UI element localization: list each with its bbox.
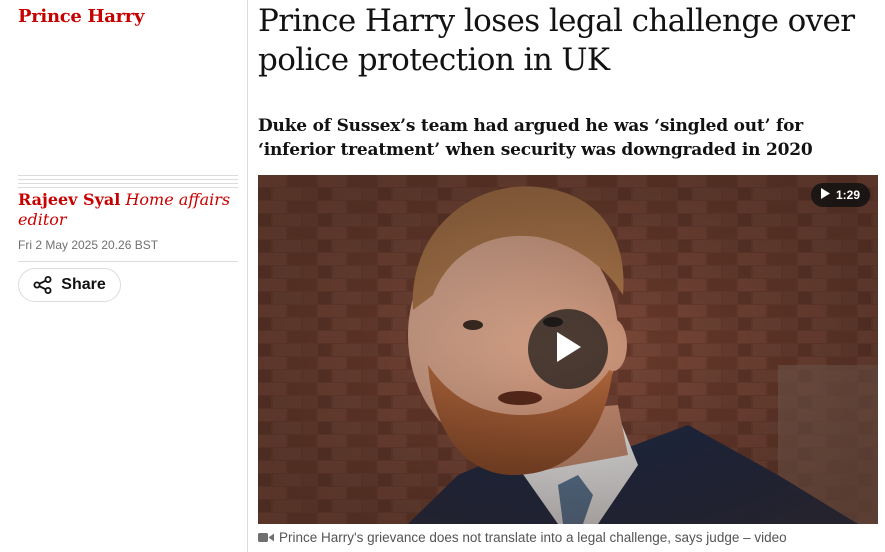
section-tag-link[interactable]: Prince Harry bbox=[18, 6, 144, 27]
byline: Rajeev Syal Home affairs editor bbox=[18, 190, 238, 230]
article-standfirst: Duke of Sussex’s team had argued he was … bbox=[258, 116, 813, 160]
share-button[interactable]: Share bbox=[18, 268, 121, 302]
video-player[interactable]: 1:29 bbox=[258, 175, 878, 524]
share-icon bbox=[33, 276, 53, 294]
meta-rules-divider bbox=[18, 175, 238, 188]
video-camera-icon bbox=[258, 532, 274, 543]
play-icon bbox=[553, 330, 583, 368]
share-label: Share bbox=[61, 276, 106, 293]
article-headline: Prince Harry loses legal challenge over … bbox=[258, 3, 855, 78]
video-duration: 1:29 bbox=[835, 188, 860, 202]
author-link[interactable]: Rajeev Syal bbox=[18, 190, 120, 209]
video-duration-badge: 1:29 bbox=[810, 183, 870, 207]
article-meta-column: Prince Harry Rajeev Syal Home affairs ed… bbox=[0, 0, 248, 552]
caption-text: Prince Harry's grievance does not transl… bbox=[279, 530, 787, 545]
video-caption: Prince Harry's grievance does not transl… bbox=[258, 530, 878, 545]
play-small-icon bbox=[820, 188, 830, 202]
meta-divider bbox=[18, 261, 238, 262]
publish-date: Fri 2 May 2025 20.26 BST bbox=[18, 238, 159, 252]
play-button[interactable] bbox=[528, 309, 608, 389]
